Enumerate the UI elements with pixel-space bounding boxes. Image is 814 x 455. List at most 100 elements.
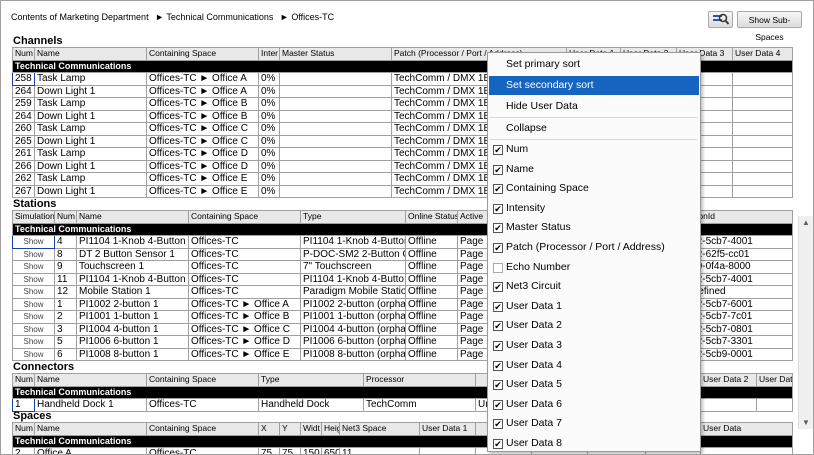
channels-column-header[interactable]: Name — [34, 47, 147, 61]
checkbox-checked-icon[interactable]: ✔ — [493, 203, 503, 214]
menu-item-column-toggle[interactable]: ✔ Intensity — [489, 199, 699, 218]
checkbox-checked-icon[interactable]: ✔ — [493, 164, 503, 175]
stations-column-header[interactable]: Name — [76, 210, 189, 224]
breadcrumb-root[interactable]: Contents of Marketing Department — [11, 12, 149, 22]
channels-cell[interactable]: 264 — [12, 109, 35, 123]
simulation-show-button[interactable]: Show — [12, 247, 55, 261]
channels-cell[interactable]: Offices-TC ► Office B — [146, 109, 259, 123]
stations-cell[interactable]: Offices-TC ► Office D — [188, 335, 301, 349]
stations-cell[interactable]: PI1008 8-button 1 — [76, 347, 189, 361]
stations-cell[interactable]: PI1104 1-Knob 4-Button — [76, 235, 189, 249]
spaces-cell[interactable]: 75 — [279, 447, 301, 454]
channels-cell[interactable] — [279, 147, 392, 161]
channels-cell[interactable]: Down Light 1 — [34, 159, 147, 173]
menu-item-column-toggle[interactable]: ✔ User Data 6 — [489, 395, 699, 414]
channels-cell[interactable]: 0% — [258, 184, 280, 198]
stations-cell[interactable]: 2 — [54, 310, 77, 324]
channels-cell[interactable] — [279, 97, 392, 111]
stations-cell[interactable]: DT 2 Button Sensor 1 — [76, 247, 189, 261]
stations-cell[interactable]: 11 — [54, 272, 77, 286]
channels-cell[interactable]: 0% — [258, 147, 280, 161]
spaces-column-header[interactable]: Net3 Space — [339, 422, 420, 436]
channels-cell[interactable]: Offices-TC ► Office D — [146, 159, 259, 173]
connectors-cell[interactable]: Offices-TC — [146, 398, 259, 412]
channels-cell[interactable]: Offices-TC ► Office D — [146, 147, 259, 161]
menu-item-column-toggle[interactable]: ✔ User Data 7 — [489, 414, 699, 433]
connectors-cell[interactable]: TechComm — [363, 398, 476, 412]
channels-cell[interactable]: 266 — [12, 159, 35, 173]
stations-cell[interactable]: Mobile Station 1 — [76, 285, 189, 299]
menu-item-column-toggle[interactable]: Echo Number — [489, 258, 699, 277]
spaces-column-header[interactable]: Y — [279, 422, 301, 436]
channels-cell[interactable]: 258 — [12, 72, 35, 86]
connectors-column-header[interactable]: User Data — [756, 373, 793, 387]
channels-cell[interactable] — [732, 184, 793, 198]
checkbox-checked-icon[interactable]: ✔ — [493, 360, 503, 371]
stations-cell[interactable]: Touchscreen 1 — [76, 260, 189, 274]
connectors-column-header[interactable]: Type — [258, 373, 364, 387]
stations-cell[interactable]: Offline — [405, 322, 458, 336]
channels-cell[interactable]: Down Light 1 — [34, 84, 147, 98]
channels-cell[interactable]: Offices-TC ► Office E — [146, 172, 259, 186]
connectors-column-header[interactable]: Name — [34, 373, 147, 387]
channels-cell[interactable]: Offices-TC ► Office E — [146, 184, 259, 198]
spaces-column-header[interactable]: User Data 1 — [419, 422, 476, 436]
stations-column-header[interactable]: Simulation — [12, 210, 55, 224]
stations-cell[interactable]: 4 — [54, 235, 77, 249]
channels-cell[interactable]: Offices-TC ► Office C — [146, 122, 259, 136]
stations-cell[interactable]: Offline — [405, 310, 458, 324]
stations-column-header[interactable]: Online Status — [405, 210, 458, 224]
connectors-column-header[interactable]: User Data 2 — [700, 373, 757, 387]
stations-cell[interactable]: Offices-TC — [188, 235, 301, 249]
channels-cell[interactable] — [732, 134, 793, 148]
spaces-cell[interactable]: 75 — [258, 447, 280, 454]
channels-cell[interactable] — [279, 184, 392, 198]
spaces-column-header[interactable]: Heig — [321, 422, 340, 436]
vertical-scrollbar[interactable]: ▲ ▼ — [798, 216, 813, 429]
checkbox-checked-icon[interactable]: ✔ — [493, 301, 503, 312]
stations-cell[interactable]: PI1104 1-Knob 4-Butto — [300, 272, 406, 286]
spaces-cell[interactable]: 150 — [300, 447, 322, 454]
simulation-show-button[interactable]: Show — [12, 285, 55, 299]
stations-cell[interactable]: Offline — [405, 285, 458, 299]
spaces-column-header[interactable]: X — [258, 422, 280, 436]
menu-item-column-toggle[interactable]: ✔ User Data 5 — [489, 375, 699, 394]
checkbox-checked-icon[interactable]: ✔ — [493, 243, 503, 253]
simulation-show-button[interactable]: Show — [12, 235, 55, 249]
channels-cell[interactable] — [279, 134, 392, 148]
simulation-show-button[interactable]: Show — [12, 335, 55, 349]
channels-cell[interactable]: Task Lamp — [34, 122, 147, 136]
spaces-cell[interactable]: 650 — [321, 447, 340, 454]
simulation-show-button[interactable]: Show — [12, 347, 55, 361]
connectors-column-header[interactable]: Num — [12, 373, 35, 387]
stations-cell[interactable]: Offline — [405, 235, 458, 249]
channels-cell[interactable]: Task Lamp — [34, 72, 147, 86]
stations-cell[interactable]: 12 — [54, 285, 77, 299]
menu-item-column-toggle[interactable]: ✔ Num — [489, 140, 699, 159]
spaces-cell[interactable]: 11 — [339, 447, 420, 454]
simulation-show-button[interactable]: Show — [12, 260, 55, 274]
channels-cell[interactable]: 0% — [258, 97, 280, 111]
channels-column-header[interactable]: Containing Space — [146, 47, 259, 61]
channels-column-header[interactable]: Inter — [258, 47, 280, 61]
stations-cell[interactable]: 8 — [54, 247, 77, 261]
stations-cell[interactable]: Paradigm Mobile Station — [300, 285, 406, 299]
channels-cell[interactable]: 0% — [258, 159, 280, 173]
menu-item-column-toggle[interactable]: ✔ Containing Space — [489, 179, 699, 198]
menu-item-action[interactable]: Set secondary sort — [489, 76, 699, 95]
simulation-show-button[interactable]: Show — [12, 297, 55, 311]
checkbox-checked-icon[interactable]: ✔ — [493, 380, 503, 391]
channels-cell[interactable] — [279, 172, 392, 186]
stations-cell[interactable]: 1 — [54, 297, 77, 311]
simulation-show-button[interactable]: Show — [12, 322, 55, 336]
stations-cell[interactable]: P-DOC-SM2 2-Button O — [300, 247, 406, 261]
channels-cell[interactable] — [279, 84, 392, 98]
connectors-column-header[interactable]: Processor — [363, 373, 476, 387]
stations-cell[interactable]: 5 — [54, 335, 77, 349]
stations-cell[interactable]: Offices-TC ► Office A — [188, 297, 301, 311]
channels-cell[interactable]: 267 — [12, 184, 35, 198]
connectors-cell[interactable] — [756, 398, 793, 412]
channels-cell[interactable]: 0% — [258, 134, 280, 148]
spaces-column-header[interactable]: Name — [34, 422, 147, 436]
zoom-button[interactable] — [708, 11, 733, 28]
